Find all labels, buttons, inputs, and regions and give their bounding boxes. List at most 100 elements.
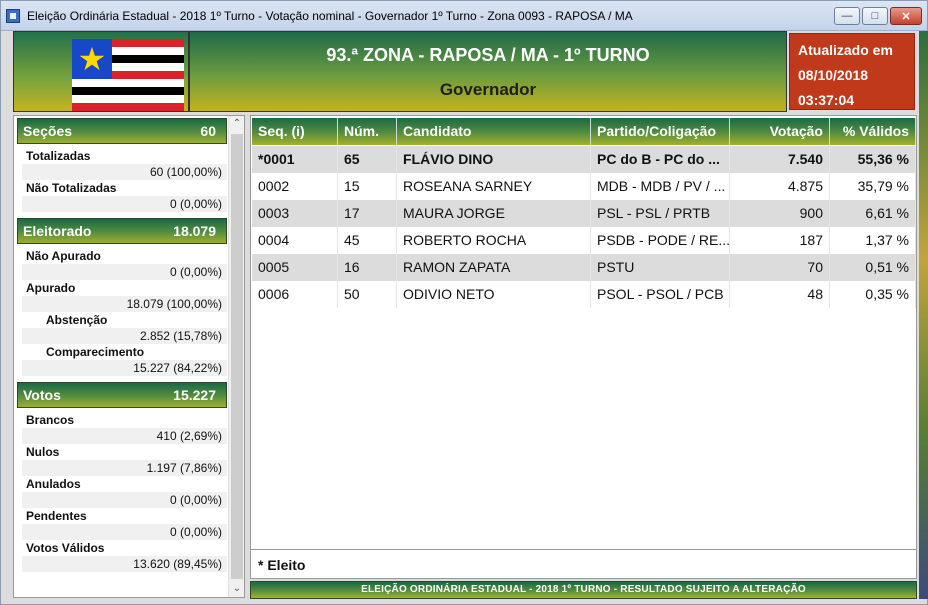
- header-banner: 93.ª ZONA - RAPOSA / MA - 1º TURNO Gover…: [189, 31, 787, 112]
- minimize-button[interactable]: —: [834, 7, 860, 25]
- anulados-value: 0 (0,00%): [22, 492, 227, 508]
- table-row[interactable]: 0002 15 ROSEANA SARNEY MDB - MDB / PV / …: [252, 173, 916, 200]
- secoes-label: Seções: [23, 123, 73, 139]
- comparecimento-label: Comparecimento: [46, 345, 145, 359]
- cell-validos: 0,35 %: [830, 281, 916, 308]
- cell-partido: PSDB - PODE / RE...: [591, 227, 730, 254]
- nao-apurado-label: Não Apurado: [26, 249, 101, 263]
- apurado-value: 18.079 (100,00%): [22, 296, 227, 312]
- cell-seq: 0005: [252, 254, 338, 281]
- title-bar: Eleição Ordinária Estadual - 2018 1º Tur…: [1, 1, 927, 31]
- results-table: Seq. (i) Núm. Candidato Partido/Coligaçã…: [250, 115, 917, 579]
- elected-legend: * Eleito: [258, 557, 306, 573]
- cell-seq: 0006: [252, 281, 338, 308]
- eleitorado-header: Eleitorado 18.079: [17, 218, 227, 244]
- votos-value: 15.227: [173, 387, 216, 403]
- scroll-thumb[interactable]: [231, 134, 243, 579]
- cell-seq: 0002: [252, 173, 338, 200]
- votos-validos-value: 13.620 (89,45%): [22, 556, 227, 572]
- cell-candidato: ROBERTO ROCHA: [397, 227, 591, 254]
- col-validos[interactable]: % Válidos: [830, 118, 916, 145]
- updated-date: 08/10/2018: [798, 67, 869, 83]
- cell-candidato: ODIVIO NETO: [397, 281, 591, 308]
- update-status: Atualizado em 08/10/2018 03:37:04: [789, 33, 915, 110]
- abstencao-value: 2.852 (15,78%): [22, 328, 227, 344]
- background-window-edge: [919, 31, 928, 599]
- nao-apurado-value: 0 (0,00%): [22, 264, 227, 280]
- votos-label: Votos: [23, 387, 61, 403]
- maximize-button[interactable]: □: [862, 7, 888, 25]
- pendentes-value: 0 (0,00%): [22, 524, 227, 540]
- nulos-value: 1.197 (7,86%): [22, 460, 227, 476]
- cell-votacao: 187: [730, 227, 830, 254]
- col-votacao[interactable]: Votação: [730, 118, 830, 145]
- cell-seq: *0001: [252, 146, 338, 173]
- col-partido[interactable]: Partido/Coligação: [591, 118, 730, 145]
- cell-num: 15: [338, 173, 397, 200]
- totalizadas-value: 60 (100,00%): [22, 164, 227, 180]
- nao-totalizadas-value: 0 (0,00%): [22, 196, 227, 212]
- cell-num: 17: [338, 200, 397, 227]
- legend-panel: * Eleito: [250, 549, 917, 579]
- window-controls: — □ ✕: [834, 7, 922, 25]
- eleitorado-label: Eleitorado: [23, 223, 92, 239]
- footer-status: ELEIÇÃO ORDINÁRIA ESTADUAL - 2018 1º TUR…: [250, 581, 917, 599]
- secoes-header: Seções 60: [17, 118, 227, 144]
- close-button[interactable]: ✕: [890, 7, 922, 25]
- table-row[interactable]: 0005 16 RAMON ZAPATA PSTU 70 0,51 %: [252, 254, 916, 281]
- summary-scrollbar[interactable]: ⌃ ⌄: [228, 116, 244, 597]
- cell-partido: PSOL - PSOL / PCB: [591, 281, 730, 308]
- scroll-up-icon[interactable]: ⌃: [229, 116, 245, 132]
- votos-header: Votos 15.227: [17, 382, 227, 408]
- cell-votacao: 48: [730, 281, 830, 308]
- cell-votacao: 70: [730, 254, 830, 281]
- table-header: Seq. (i) Núm. Candidato Partido/Coligaçã…: [252, 118, 916, 145]
- table-row[interactable]: 0004 45 ROBERTO ROCHA PSDB - PODE / RE..…: [252, 227, 916, 254]
- col-candidato[interactable]: Candidato: [397, 118, 591, 145]
- scroll-down-icon[interactable]: ⌄: [229, 581, 245, 597]
- comparecimento-value: 15.227 (84,22%): [22, 360, 227, 376]
- page-title: 93.ª ZONA - RAPOSA / MA - 1º TURNO: [326, 45, 650, 65]
- cell-seq: 0003: [252, 200, 338, 227]
- eleitorado-value: 18.079: [173, 223, 216, 239]
- table-row[interactable]: 0006 50 ODIVIO NETO PSOL - PSOL / PCB 48…: [252, 281, 916, 308]
- totalizadas-label: Totalizadas: [26, 149, 91, 163]
- pendentes-label: Pendentes: [26, 509, 87, 523]
- maranhao-flag-icon: ★: [72, 39, 184, 111]
- table-row[interactable]: *0001 65 FLÁVIO DINO PC do B - PC do ...…: [252, 146, 916, 173]
- cell-num: 50: [338, 281, 397, 308]
- col-num[interactable]: Núm.: [338, 118, 397, 145]
- secoes-value: 60: [200, 123, 216, 139]
- cell-votacao: 900: [730, 200, 830, 227]
- cell-num: 45: [338, 227, 397, 254]
- cell-votacao: 7.540: [730, 146, 830, 173]
- app-window: Eleição Ordinária Estadual - 2018 1º Tur…: [0, 0, 928, 605]
- cell-validos: 35,79 %: [830, 173, 916, 200]
- cell-candidato: RAMON ZAPATA: [397, 254, 591, 281]
- brancos-label: Brancos: [26, 413, 75, 427]
- cell-validos: 55,36 %: [830, 146, 916, 173]
- col-seq[interactable]: Seq. (i): [252, 118, 338, 145]
- votos-validos-label: Votos Válidos: [26, 541, 105, 555]
- nao-totalizadas-label: Não Totalizadas: [26, 181, 117, 195]
- office-title: Governador: [439, 80, 537, 99]
- cell-candidato: FLÁVIO DINO: [397, 146, 591, 173]
- abstencao-label: Abstenção: [46, 313, 108, 327]
- summary-content: Seções 60 Totalizadas 60 (100,00%) Não T…: [17, 118, 227, 572]
- cell-validos: 0,51 %: [830, 254, 916, 281]
- updated-time: 03:37:04: [798, 92, 855, 108]
- cell-seq: 0004: [252, 227, 338, 254]
- table-body: *0001 65 FLÁVIO DINO PC do B - PC do ...…: [252, 146, 916, 308]
- nulos-label: Nulos: [26, 445, 60, 459]
- brancos-value: 410 (2,69%): [22, 428, 227, 444]
- table-row[interactable]: 0003 17 MAURA JORGE PSL - PSL / PRTB 900…: [252, 200, 916, 227]
- star-icon: ★: [77, 41, 107, 77]
- cell-validos: 1,37 %: [830, 227, 916, 254]
- summary-panel[interactable]: Seções 60 Totalizadas 60 (100,00%) Não T…: [13, 115, 245, 598]
- flag-panel: ★: [13, 31, 189, 112]
- anulados-label: Anulados: [26, 477, 81, 491]
- cell-candidato: MAURA JORGE: [397, 200, 591, 227]
- cell-partido: MDB - MDB / PV / ...: [591, 173, 730, 200]
- cell-partido: PC do B - PC do ...: [591, 146, 730, 173]
- cell-partido: PSL - PSL / PRTB: [591, 200, 730, 227]
